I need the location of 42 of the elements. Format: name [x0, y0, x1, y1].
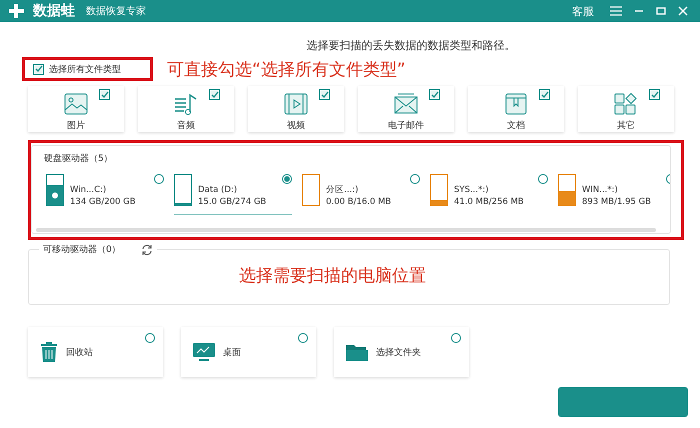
- drive-usage: 41.0 MB/256 MB: [454, 196, 524, 208]
- instruction-text: 选择要扫描的丢失数据的数据类型和路径。: [306, 38, 516, 54]
- drive-item[interactable]: 分区...:) 0.00 B/16.0 MB: [302, 174, 420, 214]
- drive-name: WIN...*:): [582, 184, 619, 196]
- annotation-text: 可直接勾选“选择所有文件类型”: [167, 58, 406, 80]
- drive-item[interactable]: WIN...*:) 893 MB/1.95 GB: [558, 174, 670, 214]
- file-type-card[interactable]: 文档: [468, 86, 564, 132]
- file-type-label: 电子邮件: [388, 120, 424, 132]
- drive-name: SYS...*:): [454, 184, 490, 196]
- drive-name: Win...C:): [70, 184, 108, 196]
- drive-item[interactable]: Win...C:) 134 GB/200 GB: [46, 174, 164, 214]
- file-type-card[interactable]: 图片: [28, 86, 124, 132]
- file-type-label: 其它: [617, 120, 635, 132]
- section-title: 硬盘驱动器（5）: [43, 152, 114, 166]
- section-title: 可移动驱动器（0）: [43, 244, 121, 256]
- file-type-card[interactable]: 音频: [138, 86, 234, 132]
- file-type-card[interactable]: 视频: [248, 86, 344, 132]
- app-name: 数据蛙: [33, 2, 75, 20]
- file-type-card[interactable]: 其它: [578, 86, 674, 132]
- drive-usage: 0.00 B/16.0 MB: [326, 196, 392, 208]
- file-type-card[interactable]: 电子邮件: [358, 86, 454, 132]
- location-card[interactable]: 桌面: [181, 327, 316, 377]
- drive-usage: 134 GB/200 GB: [70, 196, 136, 208]
- drive-name: Data (D:): [198, 184, 238, 196]
- location-label: 选择文件夹: [376, 346, 421, 358]
- drive-item[interactable]: SYS...*:) 41.0 MB/256 MB: [430, 174, 548, 214]
- location-label: 回收站: [66, 346, 93, 358]
- drive-name: 分区...:): [326, 184, 360, 196]
- location-card[interactable]: 回收站: [28, 327, 163, 377]
- location-card[interactable]: 选择文件夹: [334, 327, 469, 377]
- drive-item[interactable]: Data (D:) 15.0 GB/274 GB: [174, 174, 292, 215]
- file-type-label: 图片: [67, 120, 85, 132]
- support-link[interactable]: 客服: [572, 4, 594, 18]
- file-type-label: 视频: [287, 120, 305, 132]
- location-label: 桌面: [223, 346, 241, 358]
- app-subtitle: 数据恢复专家: [86, 4, 146, 18]
- file-type-label: 文档: [507, 120, 525, 132]
- select-all-checkbox[interactable]: 选择所有文件类型: [33, 62, 121, 76]
- file-type-label: 音频: [177, 120, 195, 132]
- drive-usage: 15.0 GB/274 GB: [198, 196, 266, 208]
- drive-usage: 893 MB/1.95 GB: [582, 196, 652, 208]
- annotation-text: 选择需要扫描的电脑位置: [239, 265, 426, 287]
